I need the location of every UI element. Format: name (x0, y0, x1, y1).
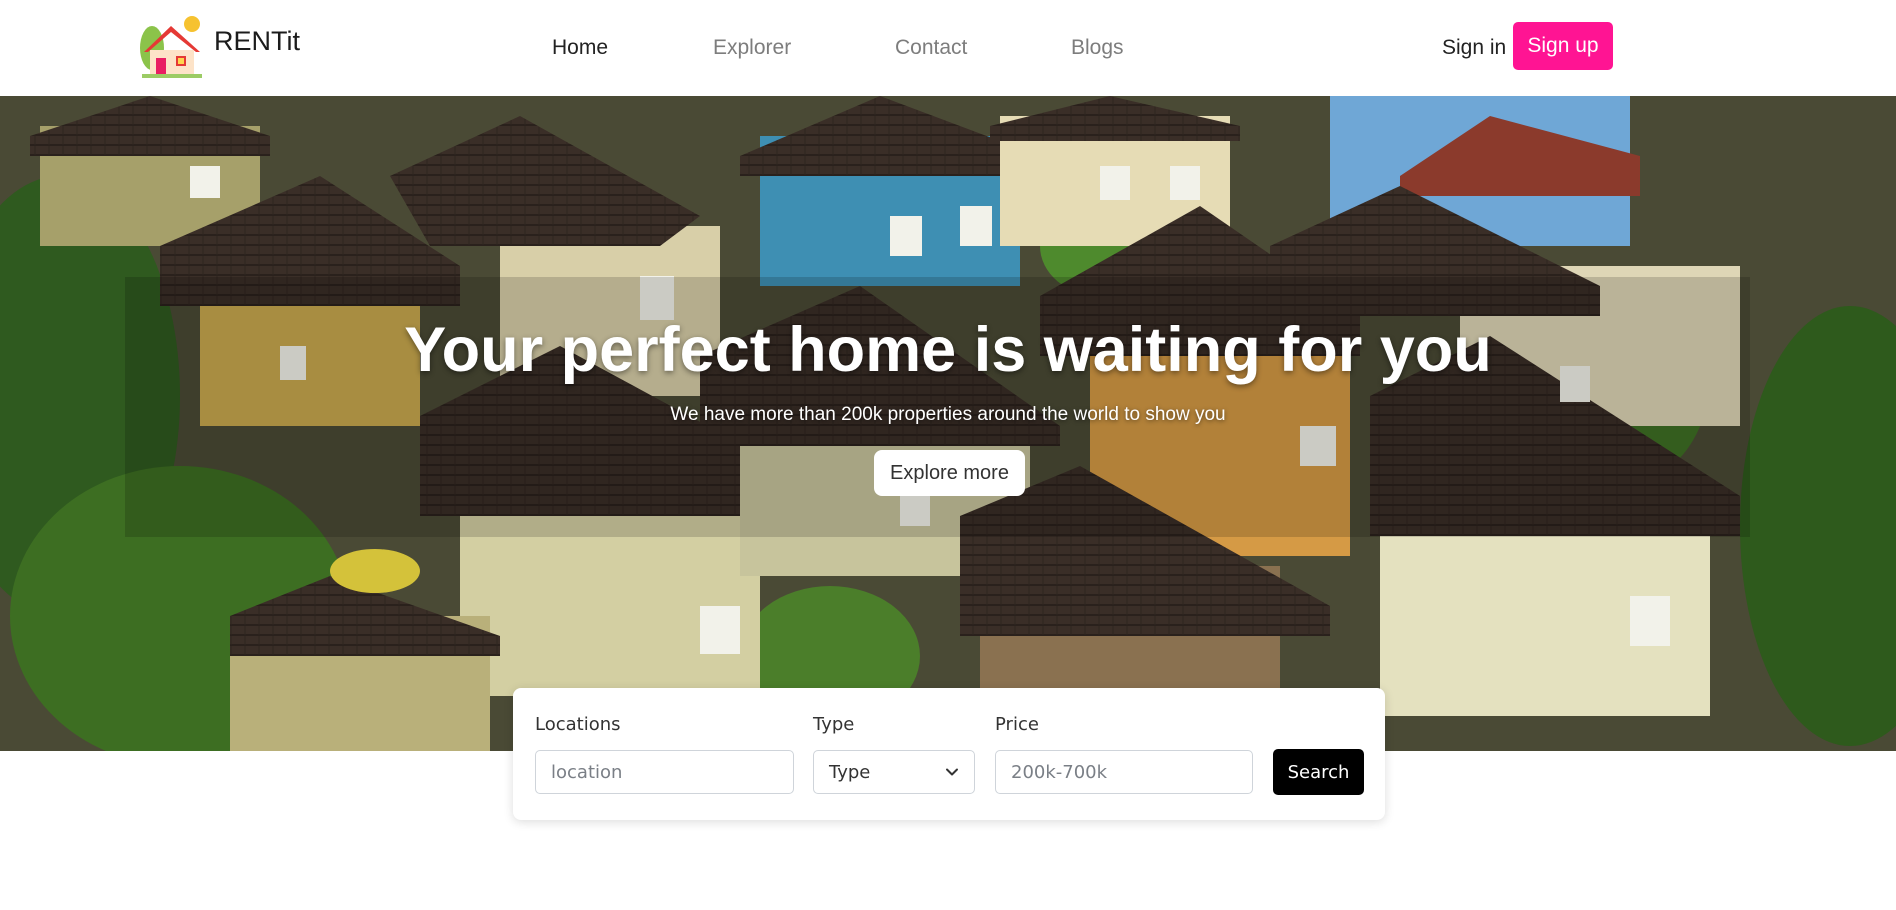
search-button[interactable]: Search (1273, 749, 1364, 795)
type-select-value: Type (829, 761, 871, 783)
hero-subtitle: We have more than 200k properties around… (670, 404, 1226, 425)
price-label: Price (995, 714, 1039, 735)
nav-link-blogs[interactable]: Blogs (1071, 36, 1124, 60)
type-label: Type (813, 714, 855, 735)
price-input[interactable] (995, 750, 1253, 794)
nav-link-contact[interactable]: Contact (895, 36, 967, 60)
nav-link-explorer[interactable]: Explorer (713, 36, 791, 60)
sign-in-link[interactable]: Sign in (1442, 36, 1506, 60)
sign-up-button[interactable]: Sign up (1513, 22, 1613, 70)
type-select[interactable]: Type (813, 750, 975, 794)
nav-link-home[interactable]: Home (552, 36, 608, 60)
location-label: Locations (535, 714, 621, 735)
chevron-down-icon (946, 768, 958, 776)
hero-title: Your perfect home is waiting for you (404, 315, 1492, 385)
navbar: RENTit Home Explorer Contact Blogs Sign … (0, 0, 1896, 96)
hero-banner: Your perfect home is waiting for you We … (0, 96, 1896, 751)
location-input[interactable] (535, 750, 794, 794)
explore-more-button[interactable]: Explore more (874, 450, 1025, 496)
search-form: Locations Type Type Price Search (513, 688, 1385, 820)
